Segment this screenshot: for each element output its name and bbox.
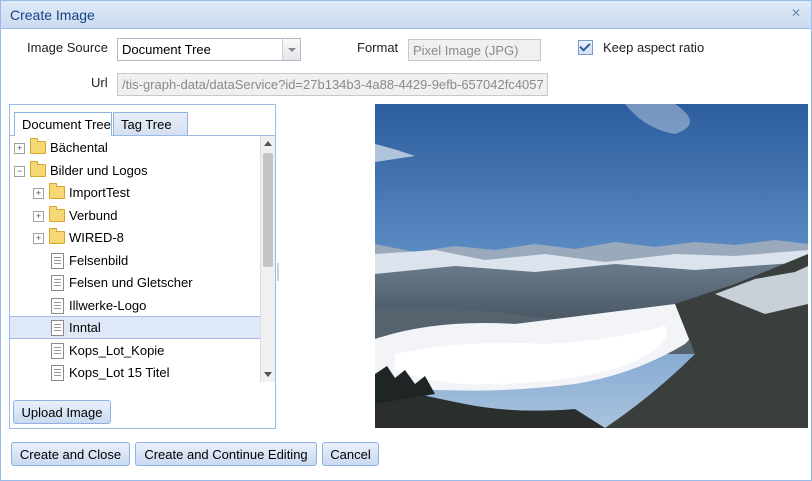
collapse-icon[interactable]: − bbox=[14, 166, 25, 177]
upload-image-button[interactable]: Upload Image bbox=[13, 400, 111, 424]
folder-icon bbox=[30, 138, 46, 154]
tree-node-label: ImportTest bbox=[69, 185, 130, 200]
tree-node-label: Illwerke-Logo bbox=[69, 298, 147, 313]
tab-tag-tree[interactable]: Tag Tree bbox=[113, 112, 188, 135]
tab-label: Tag Tree bbox=[121, 117, 172, 132]
url-label: Url bbox=[91, 75, 108, 90]
create-and-continue-label: Create and Continue Editing bbox=[144, 447, 308, 462]
document-icon bbox=[51, 298, 64, 314]
tree-node-verbund[interactable]: + Verbund bbox=[10, 205, 260, 227]
format-field: Pixel Image (JPG) bbox=[408, 39, 541, 61]
create-and-close-button[interactable]: Create and Close bbox=[11, 442, 130, 466]
cancel-label: Cancel bbox=[330, 447, 371, 462]
format-label: Format bbox=[357, 40, 399, 55]
image-source-value: Document Tree bbox=[122, 42, 211, 57]
tab-strip: Document Tree Tag Tree bbox=[10, 105, 275, 136]
folder-icon bbox=[49, 206, 65, 222]
tab-document-tree[interactable]: Document Tree bbox=[14, 112, 112, 136]
expand-icon[interactable]: + bbox=[33, 211, 44, 222]
create-and-continue-editing-button[interactable]: Create and Continue Editing bbox=[135, 442, 317, 466]
upload-image-label: Upload Image bbox=[21, 405, 103, 420]
tree-node-label: Bilder und Logos bbox=[50, 163, 148, 178]
cancel-button[interactable]: Cancel bbox=[322, 442, 379, 466]
document-tree: + Bächental − Bilder und Logos + ImportT… bbox=[10, 136, 260, 381]
tree-node-label: Verbund bbox=[69, 208, 118, 223]
document-icon bbox=[51, 343, 64, 359]
scrollbar-thumb[interactable] bbox=[263, 153, 273, 267]
close-icon[interactable]: ✕ bbox=[791, 6, 801, 20]
tab-label: Document Tree bbox=[22, 117, 111, 132]
folder-icon bbox=[30, 161, 46, 177]
url-value: /tis-graph-data/dataService?id=27b134b3-… bbox=[122, 77, 544, 92]
expand-icon[interactable]: + bbox=[14, 143, 25, 154]
folder-icon bbox=[49, 228, 65, 244]
tree-node-label: Inntal bbox=[69, 320, 101, 335]
tree-node-label: WIRED-8 bbox=[69, 230, 124, 245]
document-icon bbox=[51, 320, 64, 336]
tree-node-baechental[interactable]: + Bächental bbox=[10, 137, 260, 159]
keep-aspect-ratio-label[interactable]: Keep aspect ratio bbox=[603, 40, 704, 55]
tree-node-felsenbild[interactable]: Felsenbild bbox=[10, 250, 260, 272]
dialog-title: Create Image bbox=[10, 7, 95, 23]
tree-node-wired-8[interactable]: + WIRED-8 bbox=[10, 227, 260, 249]
tree-node-label: Felsen und Gletscher bbox=[69, 275, 193, 290]
tree-node-label: Kops_Lot_Kopie bbox=[69, 343, 165, 358]
mountain-valley-image bbox=[375, 104, 808, 428]
image-preview bbox=[375, 104, 808, 428]
scroll-down-icon[interactable] bbox=[264, 372, 272, 377]
expand-icon[interactable]: + bbox=[33, 188, 44, 199]
tree-node-label: Felsenbild bbox=[69, 253, 129, 268]
folder-icon bbox=[49, 183, 65, 199]
image-source-select[interactable]: Document Tree bbox=[117, 38, 301, 61]
create-and-close-label: Create and Close bbox=[19, 447, 122, 462]
tree-node-importtest[interactable]: + ImportTest bbox=[10, 182, 260, 204]
tree-scrollbar[interactable] bbox=[260, 136, 275, 382]
image-source-label: Image Source bbox=[27, 40, 108, 55]
keep-aspect-ratio-checkbox[interactable] bbox=[578, 40, 593, 55]
tree-node-kops-lot-kopie[interactable]: Kops_Lot_Kopie bbox=[10, 340, 260, 362]
tree-panel: Document Tree Tag Tree + Bächental − Bil… bbox=[9, 104, 276, 429]
scroll-up-icon[interactable] bbox=[264, 141, 272, 146]
chevron-down-icon[interactable] bbox=[282, 39, 300, 60]
expand-icon[interactable]: + bbox=[33, 233, 44, 244]
tree-node-inntal[interactable]: Inntal bbox=[10, 316, 260, 339]
document-icon bbox=[51, 365, 64, 381]
tree-node-kops-lot-15-titel[interactable]: Kops_Lot 15 Titel bbox=[10, 362, 260, 381]
splitter-handle[interactable] bbox=[277, 263, 279, 281]
create-image-dialog: Create Image ✕ Image Source Document Tre… bbox=[0, 0, 812, 481]
url-field[interactable]: /tis-graph-data/dataService?id=27b134b3-… bbox=[117, 73, 548, 96]
dialog-titlebar[interactable]: Create Image ✕ bbox=[1, 1, 811, 29]
tree-node-label: Kops_Lot 15 Titel bbox=[69, 365, 170, 380]
tree-node-illwerke-logo[interactable]: Illwerke-Logo bbox=[10, 295, 260, 317]
document-icon bbox=[51, 275, 64, 291]
tree-node-felsen-und-gletscher[interactable]: Felsen und Gletscher bbox=[10, 272, 260, 294]
document-icon bbox=[51, 253, 64, 269]
tree-node-bilder-und-logos[interactable]: − Bilder und Logos bbox=[10, 160, 260, 182]
tree-node-label: Bächental bbox=[50, 140, 108, 155]
format-value: Pixel Image (JPG) bbox=[413, 43, 519, 58]
